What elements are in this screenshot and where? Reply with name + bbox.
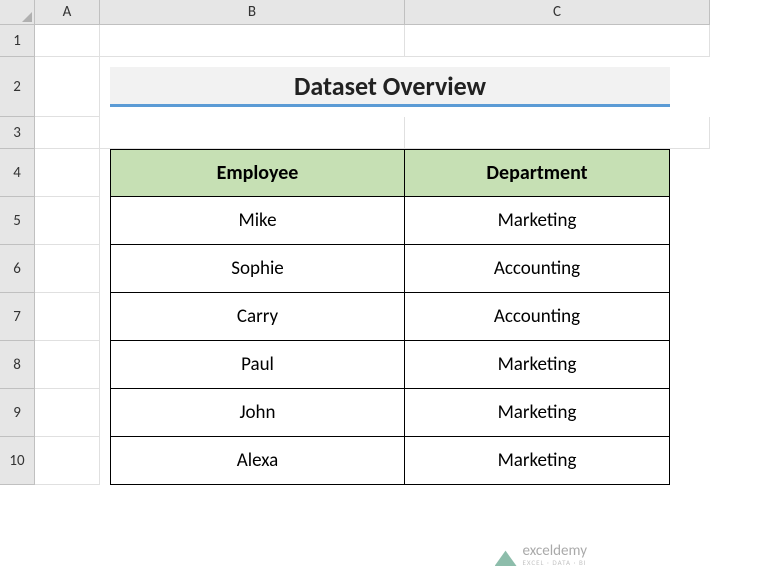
row-header-7[interactable]: 7 (0, 293, 35, 341)
watermark-text: exceldemy EXCEL · DATA · BI (523, 544, 587, 566)
spreadsheet-grid: A B C 1 2 Dataset Overview 3 4 Employee … (0, 0, 767, 485)
row-header-10[interactable]: 10 (0, 437, 35, 485)
cell-a6[interactable] (35, 245, 100, 293)
cell-a3[interactable] (35, 117, 100, 149)
row-header-8[interactable]: 8 (0, 341, 35, 389)
cell-c1[interactable] (405, 25, 710, 57)
table-header-employee[interactable]: Employee (110, 149, 405, 197)
watermark-main: exceldemy (523, 544, 587, 559)
table-row[interactable]: Paul (110, 341, 405, 389)
cell-b3[interactable] (100, 117, 405, 149)
title-cell[interactable]: Dataset Overview (110, 67, 670, 107)
watermark-sub: EXCEL · DATA · BI (523, 559, 587, 566)
table-header-department[interactable]: Department (405, 149, 670, 197)
row-header-4[interactable]: 4 (0, 149, 35, 197)
cell-a2[interactable] (35, 57, 100, 117)
page-title: Dataset Overview (294, 70, 486, 102)
table-row[interactable]: Mike (110, 197, 405, 245)
col-header-a[interactable]: A (35, 0, 100, 25)
cell-a1[interactable] (35, 25, 100, 57)
row-header-6[interactable]: 6 (0, 245, 35, 293)
table-row[interactable]: Marketing (405, 341, 670, 389)
cell-a10[interactable] (35, 437, 100, 485)
col-header-b[interactable]: B (100, 0, 405, 25)
cell-b1[interactable] (100, 25, 405, 57)
cell-a8[interactable] (35, 341, 100, 389)
table-row[interactable]: Marketing (405, 197, 670, 245)
col-header-c[interactable]: C (405, 0, 710, 25)
row-header-1[interactable]: 1 (0, 25, 35, 57)
table-row[interactable]: Sophie (110, 245, 405, 293)
logo-icon (495, 544, 517, 566)
cell-a7[interactable] (35, 293, 100, 341)
row-header-2[interactable]: 2 (0, 57, 35, 117)
table-row[interactable]: Marketing (405, 437, 670, 485)
table-row[interactable]: Alexa (110, 437, 405, 485)
cell-a4[interactable] (35, 149, 100, 197)
row-header-5[interactable]: 5 (0, 197, 35, 245)
table-row[interactable]: Marketing (405, 389, 670, 437)
watermark: exceldemy EXCEL · DATA · BI (495, 544, 587, 566)
row-header-3[interactable]: 3 (0, 117, 35, 149)
table-row[interactable]: Accounting (405, 245, 670, 293)
cell-a5[interactable] (35, 197, 100, 245)
cell-a9[interactable] (35, 389, 100, 437)
table-row[interactable]: Accounting (405, 293, 670, 341)
select-all-corner[interactable] (0, 0, 35, 25)
table-row[interactable]: John (110, 389, 405, 437)
row-header-9[interactable]: 9 (0, 389, 35, 437)
table-row[interactable]: Carry (110, 293, 405, 341)
cell-c3[interactable] (405, 117, 710, 149)
